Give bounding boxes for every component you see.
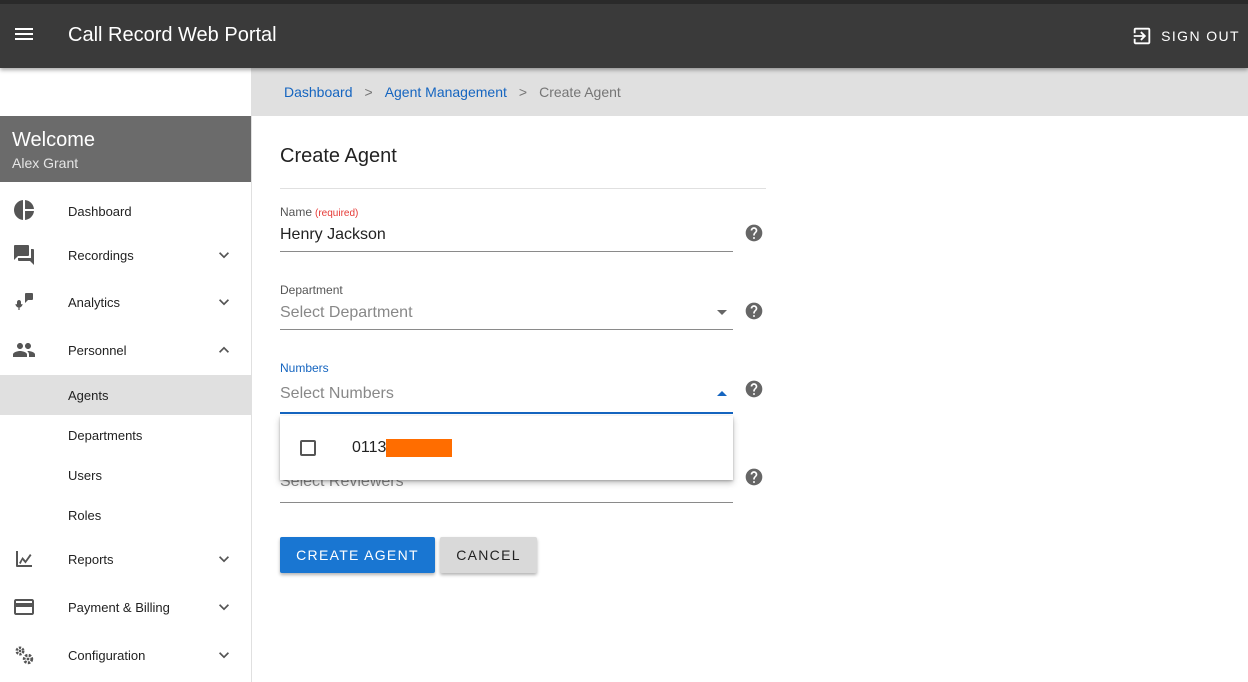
sign-out-button[interactable]: SIGN OUT (1131, 22, 1240, 50)
required-marker: (required) (315, 208, 359, 219)
redaction-block (386, 439, 452, 457)
sidebar-item-recordings[interactable]: Recordings (0, 232, 251, 278)
sign-out-label: SIGN OUT (1161, 28, 1240, 44)
sidebar-item-label: Reports (68, 552, 114, 567)
numbers-placeholder: Select Numbers (280, 385, 394, 402)
numbers-dropdown-menu: 0113 (280, 416, 733, 480)
credit-card-icon (12, 595, 36, 619)
sidebar-item-label: Configuration (68, 648, 146, 663)
chevron-down-icon (214, 549, 234, 569)
sidebar-item-payment-billing[interactable]: Payment & Billing (0, 583, 251, 631)
department-field: Department Select Department (280, 283, 733, 330)
chevron-down-icon (214, 645, 234, 665)
divider (280, 188, 766, 189)
breadcrumb: Dashboard > Agent Management > Create Ag… (284, 84, 621, 100)
mic-analytics-icon (12, 290, 36, 314)
sidebar-item-users[interactable]: Users (0, 455, 251, 495)
help-icon[interactable] (744, 467, 764, 487)
people-icon (12, 338, 36, 362)
name-label: Name (required) (280, 205, 733, 219)
sidebar-item-label: Personnel (68, 343, 127, 358)
sidebar-item-analytics[interactable]: Analytics (0, 278, 251, 326)
sidebar-item-agents[interactable]: Agents (0, 375, 251, 415)
department-select[interactable]: Select Department (280, 300, 733, 330)
dropdown-arrow-icon (717, 310, 727, 315)
chevron-up-icon (214, 340, 234, 360)
menu-icon[interactable] (12, 22, 36, 46)
breadcrumb-separator: > (518, 84, 528, 100)
chart-icon (12, 547, 36, 571)
sidebar-item-label: Departments (68, 428, 143, 443)
department-placeholder: Select Department (280, 304, 413, 321)
help-icon[interactable] (744, 223, 764, 243)
sidebar-item-label: Agents (68, 388, 109, 403)
cancel-button[interactable]: CANCEL (440, 537, 537, 573)
sidebar-item-label: Analytics (68, 295, 121, 310)
sidebar-item-personnel[interactable]: Personnel (0, 326, 251, 374)
sidebar-item-configuration[interactable]: Configuration (0, 631, 251, 679)
sidebar: Welcome Alex Grant Dashboard Recordings … (0, 68, 252, 682)
option-checkbox[interactable] (300, 440, 316, 456)
top-app-bar: Call Record Web Portal SIGN OUT (0, 0, 1248, 68)
department-label: Department (280, 283, 343, 297)
numbers-select[interactable]: Select Numbers (280, 378, 733, 414)
sidebar-item-reports[interactable]: Reports (0, 535, 251, 583)
help-icon[interactable] (744, 379, 764, 399)
user-name: Alex Grant (12, 155, 79, 171)
sidebar-item-label: Recordings (68, 248, 134, 263)
welcome-panel: Welcome Alex Grant (0, 116, 251, 182)
breadcrumb-current: Create Agent (539, 84, 621, 100)
name-field: Name (required) Henry Jackson (280, 205, 733, 252)
numbers-field: Numbers Select Numbers (280, 361, 733, 414)
name-label-text: Name (280, 205, 313, 219)
numbers-option[interactable]: 0113 (280, 416, 733, 480)
sidebar-item-label: Dashboard (68, 204, 132, 219)
exit-icon (1131, 25, 1153, 47)
create-agent-button[interactable]: CREATE AGENT (280, 537, 435, 573)
chevron-down-icon (214, 245, 234, 265)
chevron-down-icon (214, 292, 234, 312)
help-icon[interactable] (744, 301, 764, 321)
page-title: Create Agent (280, 145, 397, 167)
breadcrumb-separator: > (364, 84, 373, 100)
breadcrumb-agent-management[interactable]: Agent Management (385, 84, 507, 100)
welcome-text: Welcome (12, 129, 95, 151)
sidebar-item-dashboard[interactable]: Dashboard (0, 188, 251, 232)
sidebar-item-departments[interactable]: Departments (0, 415, 251, 455)
breadcrumb-dashboard[interactable]: Dashboard (284, 84, 353, 100)
gears-icon (12, 643, 36, 667)
app-title: Call Record Web Portal (68, 24, 277, 46)
sidebar-item-roles[interactable]: Roles (0, 495, 251, 535)
chevron-down-icon (214, 597, 234, 617)
dropdown-arrow-up-icon (717, 391, 727, 396)
name-input[interactable]: Henry Jackson (280, 222, 733, 252)
sidebar-item-label: Payment & Billing (68, 600, 170, 615)
pie-chart-icon (12, 198, 36, 222)
breadcrumb-bar: Dashboard > Agent Management > Create Ag… (252, 68, 1248, 116)
sidebar-item-label: Roles (68, 508, 102, 523)
option-label: 0113 (352, 439, 387, 456)
numbers-label: Numbers (280, 361, 329, 375)
chat-icon (12, 243, 36, 267)
sidebar-item-label: Users (68, 468, 102, 483)
